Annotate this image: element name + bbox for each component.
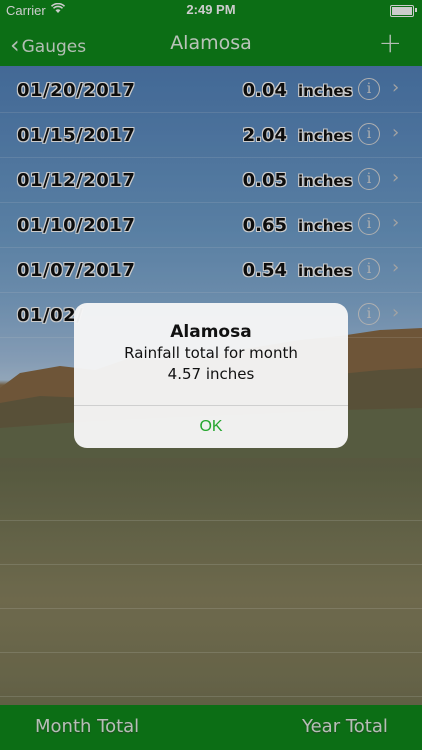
- alert-dialog: Alamosa Rainfall total for month 4.57 in…: [74, 303, 348, 448]
- alert-title: Alamosa: [170, 322, 252, 342]
- alert-message-line1: Rainfall total for month: [124, 344, 298, 362]
- alert-message-line2: 4.57 inches: [167, 365, 255, 383]
- ok-button[interactable]: OK: [74, 405, 348, 448]
